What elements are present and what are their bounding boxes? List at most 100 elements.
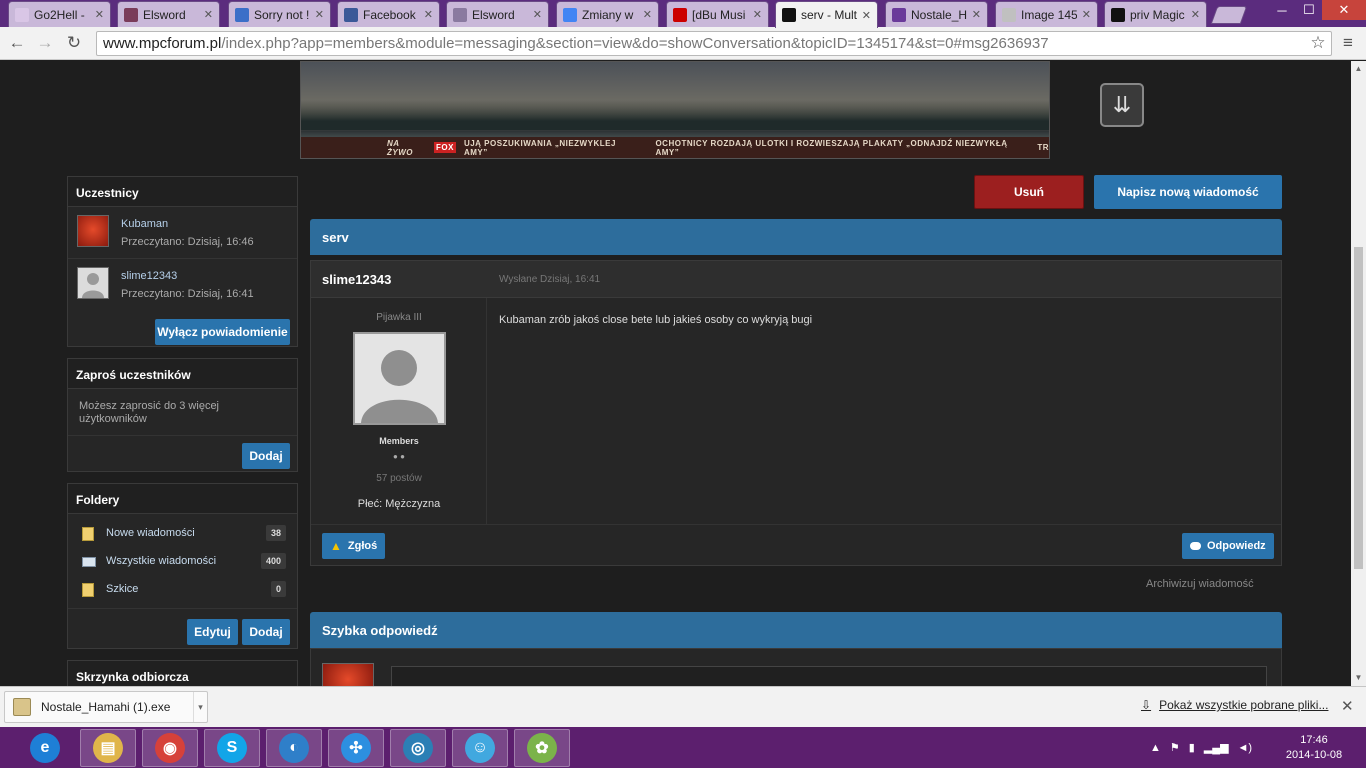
tab-close-icon[interactable]: ✕: [1082, 8, 1091, 21]
participants-panel: Uczestnicy Kubaman Przeczytano: Dzisiaj,…: [67, 176, 298, 347]
browser-tab[interactable]: Nostale_H ✕: [885, 1, 988, 27]
conversation-title: serv: [310, 219, 1282, 255]
tab-close-icon[interactable]: ✕: [204, 8, 213, 21]
invite-panel: Zaproś uczestników Możesz zaprosić do 3 …: [67, 358, 298, 472]
tab-close-icon[interactable]: ✕: [533, 8, 542, 21]
avatar[interactable]: [77, 215, 109, 247]
tab-label: Elsword: [143, 7, 186, 22]
folder-item-drafts[interactable]: Szkice 0: [68, 576, 297, 604]
tab-close-icon[interactable]: ✕: [424, 8, 433, 21]
tray-icon[interactable]: ▂▄▆: [1204, 741, 1229, 754]
browser-tab[interactable]: Facebook ✕: [337, 1, 440, 27]
quick-reply-editor[interactable]: [391, 666, 1267, 686]
tray-icon[interactable]: ▮: [1189, 741, 1195, 754]
reply-button[interactable]: Odpowiedz: [1182, 533, 1274, 559]
avatar[interactable]: [77, 267, 109, 299]
chrome-menu-icon[interactable]: ≡: [1337, 32, 1359, 54]
download-item[interactable]: Nostale_Hamahi (1).exe ▾: [4, 691, 208, 723]
tab-close-icon[interactable]: ✕: [753, 8, 762, 21]
tray-icon[interactable]: ▲: [1150, 742, 1161, 754]
scrollbar-thumb[interactable]: [1354, 247, 1363, 569]
tab-close-icon[interactable]: ✕: [315, 8, 324, 21]
taskbar-ie-icon[interactable]: e: [17, 729, 73, 767]
clock[interactable]: 17:46 2014-10-08: [1274, 733, 1354, 763]
tab-close-icon[interactable]: ✕: [643, 8, 652, 21]
author-gender: Płeć: Mężczyzna: [357, 498, 441, 510]
scroll-down-icon[interactable]: ⇊: [1100, 83, 1144, 127]
header-banner-image: NA ŻYWO FOX UJĄ POSZUKIWANIA „NIEZWYKLEJ…: [300, 61, 1050, 159]
browser-tab[interactable]: priv Magic ✕: [1104, 1, 1207, 27]
browser-tab[interactable]: serv - Mult ✕: [775, 1, 878, 28]
chevron-down-icon[interactable]: ▾: [193, 692, 207, 722]
envelope-icon: [82, 557, 96, 567]
inbox-title[interactable]: Skrzynka odbiorcza: [68, 661, 297, 686]
favicon-icon: [453, 7, 467, 22]
author-rank-pips: ● ●: [393, 452, 405, 461]
participant-item: slime12343 Przeczytano: Dzisiaj, 16:41: [68, 259, 297, 311]
browser-tab[interactable]: Elsword ✕: [117, 1, 220, 27]
folder-icon: [82, 583, 94, 597]
archive-message-link[interactable]: Archiwizuj wiadomość: [1146, 578, 1254, 590]
invite-add-button[interactable]: Dodaj: [242, 443, 290, 469]
folders-add-button[interactable]: Dodaj: [242, 619, 290, 645]
disable-notification-button[interactable]: Wyłącz powiadomienie: [155, 319, 290, 345]
participant-name[interactable]: Kubaman: [121, 218, 168, 230]
back-icon[interactable]: ←: [6, 32, 28, 54]
forward-icon[interactable]: →: [34, 32, 56, 54]
bookmark-star-icon[interactable]: ☆: [1307, 32, 1329, 54]
tab-close-icon[interactable]: ✕: [862, 9, 871, 22]
folder-item-new[interactable]: Nowe wiadomości 38: [68, 520, 297, 548]
browser-tab[interactable]: [dBu Musi ✕: [666, 1, 769, 27]
favicon-icon: [344, 7, 358, 22]
new-message-button[interactable]: Napisz nową wiadomość: [1094, 175, 1282, 209]
favicon-icon: [673, 7, 687, 22]
address-bar[interactable]: www.mpcforum.pl/index.php?app=members&mo…: [96, 31, 1332, 56]
taskbar-chrome-icon[interactable]: ◉: [142, 729, 198, 767]
taskbar-app8-icon[interactable]: ☺: [452, 729, 508, 767]
browser-tab[interactable]: Zmiany w ✕: [556, 1, 659, 27]
close-icon[interactable]: ✕: [1341, 697, 1354, 715]
author-post-count: 57 postów: [376, 473, 422, 484]
browser-tab[interactable]: Elsword ✕: [446, 1, 549, 27]
speech-bubble-icon: [1190, 542, 1201, 550]
delete-button[interactable]: Usuń: [974, 175, 1084, 209]
close-window-button[interactable]: ✕: [1322, 0, 1366, 20]
author-info: Pijawka III Members ● ● 57 postów Płeć: …: [311, 298, 487, 524]
taskbar-app6-icon[interactable]: ✣: [328, 729, 384, 767]
show-all-downloads-link[interactable]: ⇩ Pokaż wszystkie pobrane pliki...: [1141, 698, 1328, 712]
exe-file-icon: [13, 698, 31, 716]
taskbar-app9-icon[interactable]: ✿: [514, 729, 570, 767]
favicon-icon: [1111, 7, 1125, 22]
taskbar-app5-icon[interactable]: ◐: [266, 729, 322, 767]
minimize-button[interactable]: ─: [1268, 0, 1296, 20]
taskbar-skype-icon[interactable]: S: [204, 729, 260, 767]
reload-icon[interactable]: ↻: [63, 32, 85, 54]
tab-close-icon[interactable]: ✕: [1191, 8, 1200, 21]
tray-icon[interactable]: ⚑: [1170, 741, 1180, 754]
new-tab-button[interactable]: [1210, 6, 1248, 24]
taskbar-app7-icon[interactable]: ◎: [390, 729, 446, 767]
invite-title: Zaproś uczestników: [68, 359, 297, 389]
author-avatar[interactable]: [353, 332, 446, 425]
folder-count: 0: [270, 581, 286, 597]
tab-close-icon[interactable]: ✕: [972, 8, 981, 21]
tab-close-icon[interactable]: ✕: [95, 8, 104, 21]
favicon-icon: [782, 8, 796, 22]
participant-name[interactable]: slime12343: [121, 270, 177, 282]
warning-icon: ▲: [330, 539, 342, 553]
taskbar-explorer-icon[interactable]: ▤: [80, 729, 136, 767]
report-button[interactable]: ▲ Zgłoś: [322, 533, 386, 559]
browser-tab[interactable]: Sorry not ! ✕: [228, 1, 331, 27]
browser-tab-bar: Go2Hell - ✕ Elsword ✕ Sorry not ! ✕ Facebook ✕ E…: [0, 0, 1366, 28]
page-scrollbar[interactable]: ▲ ▼: [1351, 61, 1366, 686]
maximize-button[interactable]: ☐: [1296, 0, 1322, 20]
tab-label: Sorry not !: [254, 7, 310, 22]
post-body: Kubaman zrób jakoś close bete lub jakieś…: [499, 314, 813, 326]
folder-item-all[interactable]: Wszystkie wiadomości 400: [68, 548, 297, 576]
tray-icon[interactable]: ◄): [1238, 742, 1253, 754]
browser-toolbar: ← → ↻ www.mpcforum.pl/index.php?app=memb…: [0, 27, 1366, 60]
post-author[interactable]: slime12343: [322, 272, 391, 287]
browser-tab[interactable]: Go2Hell - ✕: [8, 1, 111, 27]
browser-tab[interactable]: Image 145 ✕: [995, 1, 1098, 27]
folders-edit-button[interactable]: Edytuj: [187, 619, 238, 645]
